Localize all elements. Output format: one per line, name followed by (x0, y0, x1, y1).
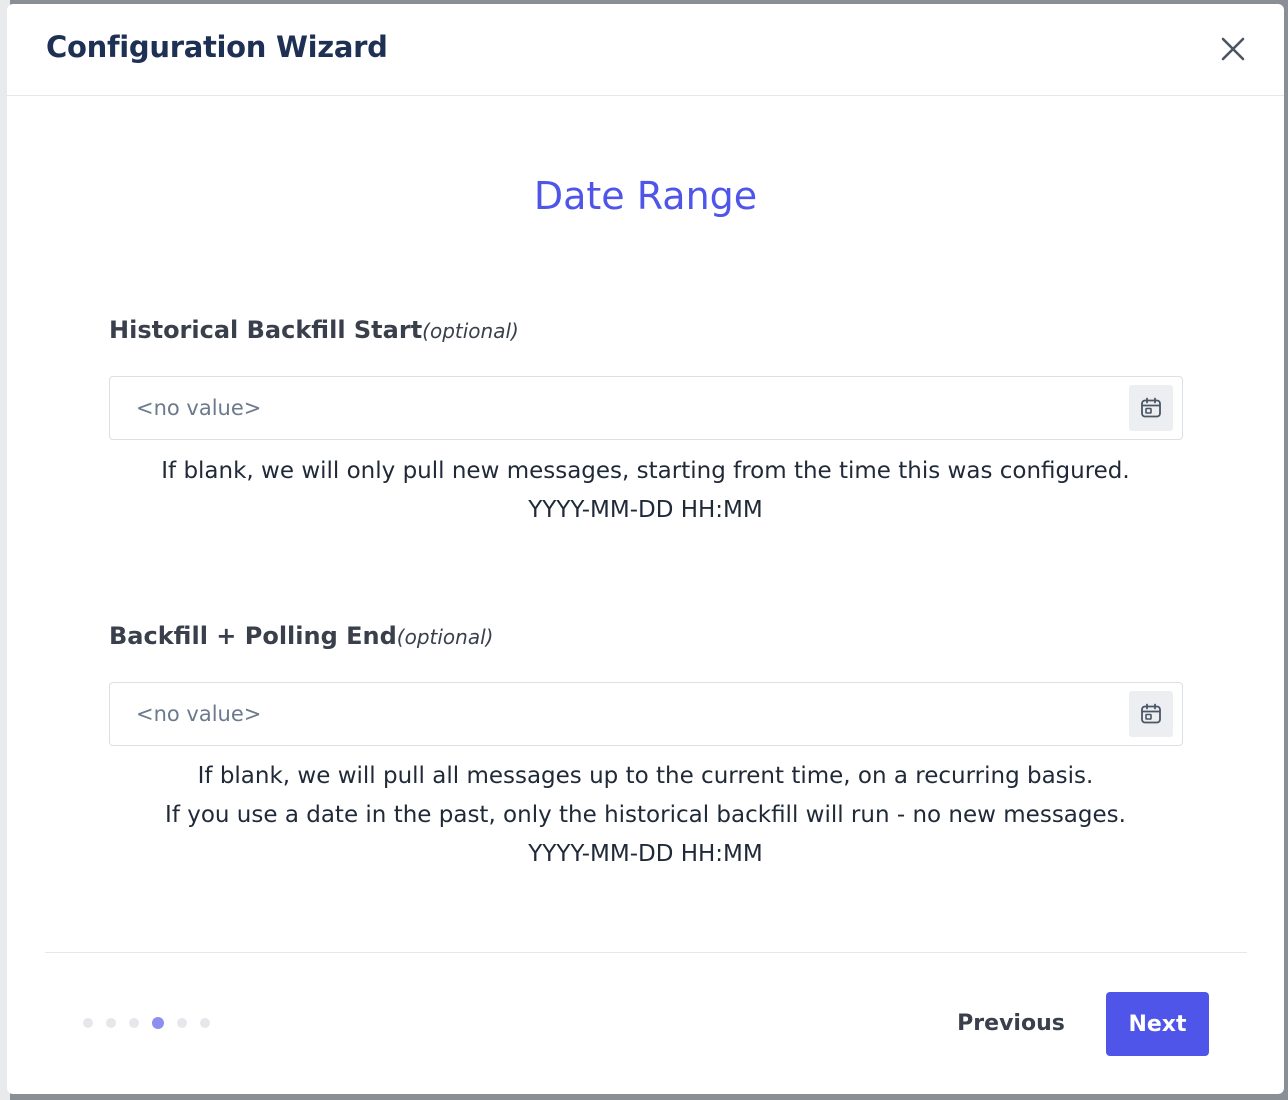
step-dot (177, 1018, 187, 1028)
previous-button[interactable]: Previous (951, 994, 1071, 1052)
step-heading: Date Range (533, 174, 758, 218)
backfill-start-input[interactable] (110, 377, 1120, 439)
next-button[interactable]: Next (1106, 992, 1209, 1056)
close-icon (1221, 37, 1245, 61)
backfill-start-calendar-button[interactable] (1129, 385, 1173, 431)
calendar-icon (1141, 703, 1161, 724)
step-dot (83, 1018, 93, 1028)
polling-end-help: If blank, we will pull all messages up t… (7, 757, 1284, 874)
step-dot (129, 1018, 139, 1028)
calendar-icon (1141, 397, 1161, 418)
footer-divider (45, 952, 1247, 953)
backfill-start-label-text: Historical Backfill Start (109, 316, 423, 344)
optional-tag: (optional) (422, 319, 519, 343)
optional-tag: (optional) (396, 625, 494, 649)
polling-end-label-text: Backfill + Polling End (109, 622, 397, 650)
polling-end-label: Backfill + Polling End(optional) (109, 622, 493, 650)
backfill-start-label: Historical Backfill Start(optional) (109, 316, 519, 344)
dialog-title: Configuration Wizard (46, 30, 388, 64)
backfill-start-help: If blank, we will only pull new messages… (7, 452, 1284, 530)
step-dot (106, 1018, 116, 1028)
polling-end-field (109, 682, 1183, 746)
help-line: If blank, we will pull all messages up t… (197, 763, 1094, 789)
help-line: If you use a date in the past, only the … (165, 802, 1126, 828)
help-format-line: YYYY-MM-DD HH:MM (528, 497, 763, 523)
polling-end-input[interactable] (110, 683, 1120, 745)
help-line: If blank, we will only pull new messages… (161, 458, 1130, 484)
configuration-wizard-dialog: Configuration Wizard Date Range Historic… (7, 4, 1284, 1094)
step-dot (200, 1018, 210, 1028)
step-indicator (83, 1017, 210, 1029)
polling-end-calendar-button[interactable] (1129, 691, 1173, 737)
backfill-start-field (109, 376, 1183, 440)
help-format-line: YYYY-MM-DD HH:MM (528, 841, 763, 867)
close-button[interactable] (1218, 34, 1248, 64)
dialog-header: Configuration Wizard (7, 4, 1284, 96)
step-dot-active (152, 1017, 164, 1029)
